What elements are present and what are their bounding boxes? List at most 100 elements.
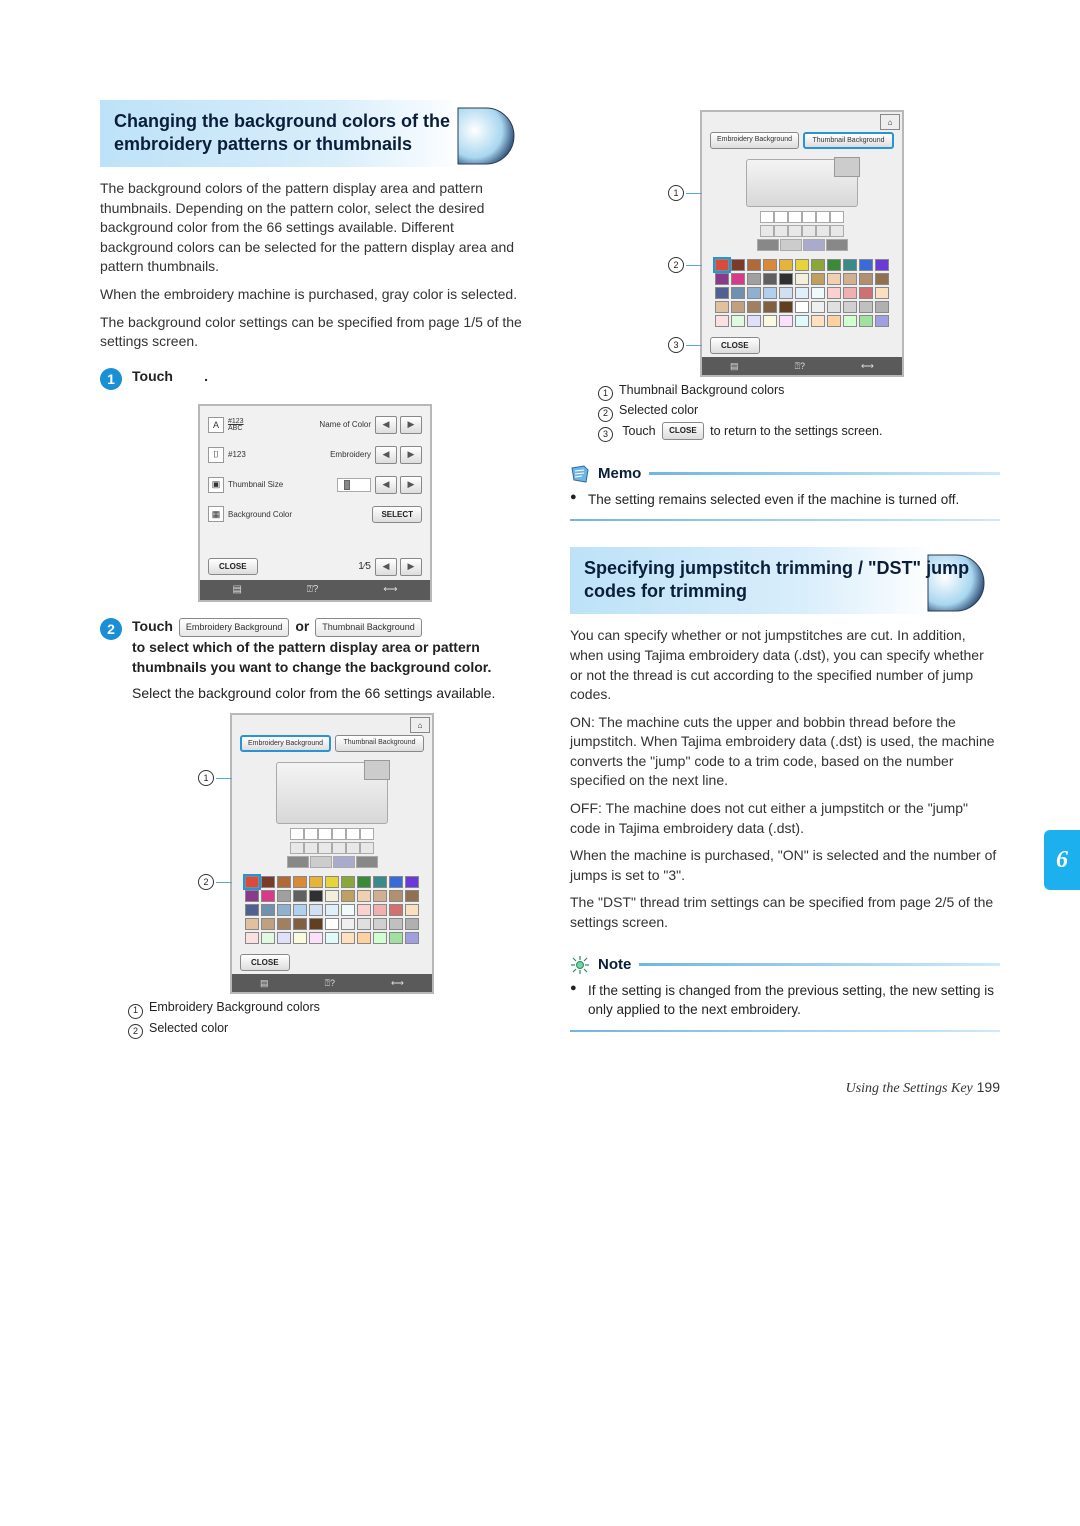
color-swatch[interactable] [245,918,259,930]
color-swatch[interactable] [405,932,419,944]
color-swatch[interactable] [715,315,729,327]
color-swatch[interactable] [843,301,857,313]
color-swatch[interactable] [373,904,387,916]
color-swatch[interactable] [715,301,729,313]
prev-button[interactable]: ◀ [375,476,397,494]
color-swatch[interactable] [309,876,323,888]
color-swatch[interactable] [827,301,841,313]
color-swatch[interactable] [875,301,889,313]
color-swatch[interactable] [405,890,419,902]
color-swatch[interactable] [341,932,355,944]
tab-embroidery-bg[interactable]: Embroidery Background [710,132,799,149]
color-swatch[interactable] [405,918,419,930]
color-swatch[interactable] [261,876,275,888]
close-button[interactable]: CLOSE [710,337,760,354]
color-swatch[interactable] [763,273,777,285]
toolbar-icon[interactable]: ▤ [730,361,739,372]
color-swatch-grid[interactable] [702,255,902,333]
color-swatch[interactable] [325,904,339,916]
color-swatch[interactable] [811,315,825,327]
tab-thumbnail-bg[interactable]: Thumbnail Background [803,132,894,149]
color-swatch[interactable] [795,287,809,299]
color-swatch[interactable] [341,890,355,902]
color-swatch[interactable] [731,273,745,285]
toolbar-icon[interactable]: ⍰? [307,584,319,595]
color-swatch[interactable] [859,259,873,271]
home-icon[interactable]: ⌂ [410,717,430,733]
toolbar-icon[interactable]: ⟷ [391,978,404,989]
thumbnail-size-slider[interactable] [337,478,371,492]
color-swatch[interactable] [325,932,339,944]
color-swatch[interactable] [779,301,793,313]
color-swatch[interactable] [763,259,777,271]
color-swatch[interactable] [715,287,729,299]
color-swatch[interactable] [341,904,355,916]
color-swatch[interactable] [309,918,323,930]
page-next-button[interactable]: ▶ [400,558,422,576]
color-swatch[interactable] [779,287,793,299]
color-swatch[interactable] [763,301,777,313]
toolbar-icon[interactable]: ⟷ [383,584,397,595]
color-swatch[interactable] [357,890,371,902]
color-swatch[interactable] [875,273,889,285]
color-swatch[interactable] [325,918,339,930]
color-swatch[interactable] [373,918,387,930]
color-swatch[interactable] [827,315,841,327]
thumbnail-background-button[interactable]: Thumbnail Background [315,618,422,637]
color-swatch[interactable] [731,301,745,313]
color-swatch[interactable] [843,259,857,271]
color-swatch[interactable] [309,904,323,916]
color-swatch[interactable] [843,315,857,327]
color-swatch[interactable] [261,932,275,944]
color-swatch[interactable] [795,301,809,313]
color-swatch[interactable] [811,259,825,271]
color-swatch[interactable] [747,287,761,299]
color-swatch[interactable] [715,273,729,285]
color-swatch[interactable] [763,315,777,327]
color-swatch[interactable] [875,259,889,271]
color-swatch-grid[interactable] [232,872,432,950]
color-swatch[interactable] [293,904,307,916]
next-button[interactable]: ▶ [400,416,422,434]
color-swatch[interactable] [389,918,403,930]
color-swatch[interactable] [245,932,259,944]
prev-button[interactable]: ◀ [375,416,397,434]
color-swatch[interactable] [277,890,291,902]
color-swatch[interactable] [811,287,825,299]
toolbar-icon[interactable]: ⟷ [861,361,874,372]
color-swatch[interactable] [245,904,259,916]
color-swatch[interactable] [811,301,825,313]
embroidery-background-button[interactable]: Embroidery Background [179,618,290,637]
color-swatch[interactable] [875,287,889,299]
color-swatch[interactable] [373,876,387,888]
color-swatch[interactable] [325,890,339,902]
color-swatch[interactable] [277,904,291,916]
color-swatch[interactable] [827,259,841,271]
color-swatch[interactable] [389,932,403,944]
next-button[interactable]: ▶ [400,476,422,494]
close-button[interactable]: CLOSE [240,954,290,971]
close-button[interactable]: CLOSE [208,558,258,575]
close-button-inline[interactable]: CLOSE [662,422,704,440]
color-swatch[interactable] [779,259,793,271]
color-swatch[interactable] [341,876,355,888]
color-swatch[interactable] [405,904,419,916]
color-swatch[interactable] [827,287,841,299]
color-swatch[interactable] [811,273,825,285]
color-swatch[interactable] [731,259,745,271]
color-swatch[interactable] [373,890,387,902]
page-prev-button[interactable]: ◀ [375,558,397,576]
color-swatch[interactable] [859,301,873,313]
color-swatch[interactable] [293,876,307,888]
color-swatch[interactable] [747,259,761,271]
color-swatch[interactable] [795,259,809,271]
color-swatch[interactable] [389,876,403,888]
color-swatch[interactable] [341,918,355,930]
color-swatch[interactable] [859,273,873,285]
toolbar-icon[interactable]: ▤ [232,584,241,595]
color-swatch[interactable] [763,287,777,299]
color-swatch[interactable] [795,273,809,285]
color-swatch[interactable] [277,918,291,930]
color-swatch[interactable] [309,890,323,902]
color-swatch[interactable] [357,932,371,944]
